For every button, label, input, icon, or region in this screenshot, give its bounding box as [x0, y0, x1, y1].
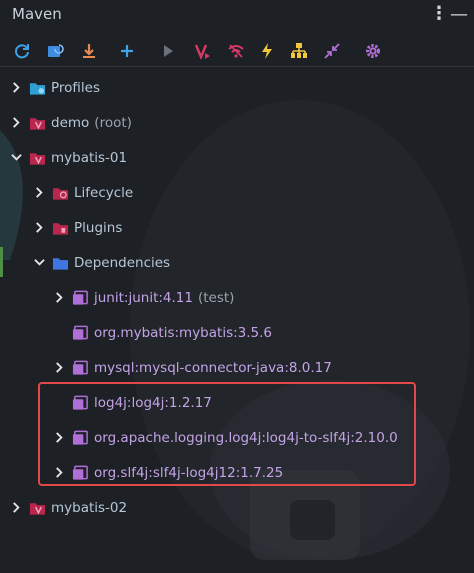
- add-maven-project-icon[interactable]: [117, 41, 137, 61]
- reimport-icon[interactable]: [45, 41, 65, 61]
- chevron-right-icon[interactable]: [33, 222, 45, 234]
- chevron-down-icon[interactable]: [33, 257, 45, 269]
- dependency-junit[interactable]: junit:junit:4.11 (test): [0, 280, 474, 315]
- tree-node-label: Lifecycle: [74, 184, 134, 201]
- tool-window-title: Maven: [12, 5, 62, 23]
- chevron-down-icon[interactable]: [10, 152, 22, 164]
- chevron-right-icon[interactable]: [10, 82, 22, 94]
- tree-node-profiles[interactable]: Profiles: [0, 70, 474, 105]
- reload-all-icon[interactable]: [12, 41, 32, 61]
- hide-icon[interactable]: —: [450, 4, 468, 25]
- maven-module-icon: [28, 500, 46, 516]
- tree-node-label: mybatis-02: [51, 499, 128, 516]
- maven-module-icon: [28, 115, 46, 131]
- chevron-right-icon[interactable]: [10, 502, 22, 514]
- toolbar-separator: [0, 66, 474, 67]
- tree-node-mybatis-02[interactable]: mybatis-02: [0, 490, 474, 525]
- show-dependencies-icon[interactable]: [289, 41, 309, 61]
- tree-node-label: Profiles: [51, 79, 101, 96]
- collapse-all-icon[interactable]: [322, 41, 342, 61]
- skip-tests-icon[interactable]: [257, 41, 277, 61]
- scope-suffix: (test): [197, 289, 235, 306]
- tool-window-header: Maven ⋮ —: [0, 0, 474, 28]
- tree-node-dependencies[interactable]: Dependencies: [0, 245, 474, 280]
- tree-node-label: Plugins: [74, 219, 123, 236]
- toggle-offline-mode-icon[interactable]: [226, 41, 246, 61]
- profiles-folder-icon: [28, 80, 46, 96]
- dependencies-folder-icon: [51, 255, 69, 271]
- tree-node-label: junit:junit:4.11: [94, 289, 193, 306]
- chevron-right-icon[interactable]: [53, 362, 65, 374]
- highlight-box: [38, 382, 416, 486]
- download-sources-icon[interactable]: [79, 41, 99, 61]
- tree-node-label: Dependencies: [74, 254, 171, 271]
- chevron-right-icon[interactable]: [10, 117, 22, 129]
- tree-node-lifecycle[interactable]: Lifecycle: [0, 175, 474, 210]
- dependency-mysql[interactable]: mysql:mysql-connector-java:8.0.17: [0, 350, 474, 385]
- library-icon: [71, 290, 89, 306]
- tree-node-demo[interactable]: demo (root): [0, 105, 474, 140]
- chevron-right-icon[interactable]: [33, 187, 45, 199]
- tree-node-plugins[interactable]: Plugins: [0, 210, 474, 245]
- plugins-folder-icon: [51, 220, 69, 236]
- execute-maven-goal-icon[interactable]: [193, 41, 213, 61]
- tree-node-label: mybatis-01: [51, 149, 128, 166]
- more-options-icon[interactable]: ⋮: [430, 3, 448, 24]
- lifecycle-folder-icon: [51, 185, 69, 201]
- maven-toolbar: [0, 35, 474, 65]
- tree-node-label: org.mybatis:mybatis:3.5.6: [94, 324, 272, 341]
- library-icon: [71, 360, 89, 376]
- tree-node-label: mysql:mysql-connector-java:8.0.17: [94, 359, 332, 376]
- maven-module-icon: [28, 150, 46, 166]
- settings-icon[interactable]: [363, 41, 383, 61]
- dependency-mybatis[interactable]: org.mybatis:mybatis:3.5.6: [0, 315, 474, 350]
- run-goal-icon[interactable]: [158, 41, 178, 61]
- chevron-right-icon[interactable]: [53, 292, 65, 304]
- tree-node-mybatis-01[interactable]: mybatis-01: [0, 140, 474, 175]
- tree-node-label: demo: [51, 114, 90, 131]
- library-icon: [71, 325, 89, 341]
- root-suffix: (root): [94, 114, 132, 131]
